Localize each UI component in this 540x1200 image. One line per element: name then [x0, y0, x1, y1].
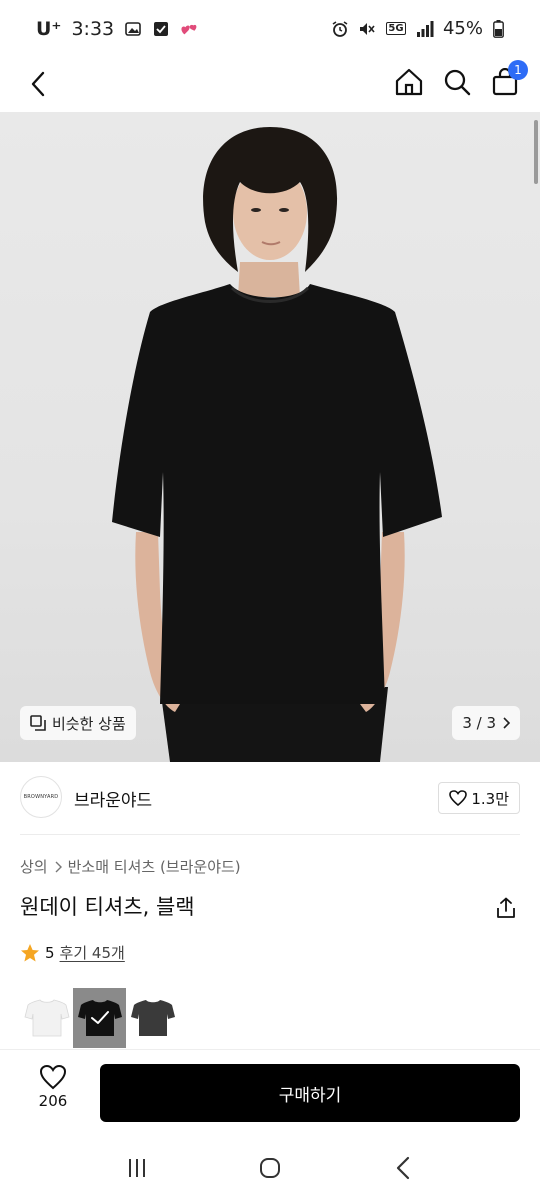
rating-score: 5 [45, 943, 55, 962]
battery-icon [492, 19, 504, 38]
rating-row: 5 후기 45개 [20, 942, 125, 963]
swatch-white[interactable] [20, 988, 73, 1048]
page-indicator-text: 3 / 3 [462, 714, 496, 732]
top-app-bar: 1 [0, 58, 540, 112]
search-icon [444, 69, 471, 96]
selected-check-icon [73, 988, 126, 1048]
cart-count-badge: 1 [508, 60, 528, 80]
wishlist-count: 206 [38, 1092, 68, 1110]
tshirt-charcoal-thumbnail [130, 1000, 175, 1036]
network-label: 5G [386, 22, 406, 35]
back-button[interactable] [22, 64, 54, 104]
similar-products-button[interactable]: 비슷한 상품 [20, 706, 136, 740]
cart-button[interactable]: 1 [488, 60, 528, 102]
recent-apps-icon [128, 1159, 145, 1177]
recent-apps-button[interactable] [117, 1148, 157, 1188]
brand-like-button[interactable]: 1.3만 [438, 782, 520, 814]
hearts-notification-icon [180, 20, 198, 38]
product-image[interactable]: 비슷한 상품 3 / 3 [0, 112, 540, 762]
breadcrumb-category[interactable]: 상의 [20, 856, 48, 877]
color-swatches [20, 988, 179, 1048]
product-title: 원데이 티셔츠, 블랙 [20, 895, 195, 919]
chevron-right-icon [503, 717, 510, 729]
swatch-black[interactable] [73, 988, 126, 1048]
check-notification-icon [152, 20, 170, 38]
purchase-bar: 206 구매하기 [0, 1050, 540, 1136]
back-nav-icon [397, 1156, 410, 1180]
wishlist-button[interactable]: 206 [26, 1064, 80, 1110]
gallery-notification-icon [124, 20, 142, 38]
divider [20, 834, 520, 835]
star-icon [21, 943, 39, 961]
chevron-right-icon [55, 861, 62, 872]
clock: 3:33 [71, 18, 115, 40]
share-icon [497, 897, 515, 918]
scroll-indicator [534, 120, 538, 184]
carrier-label: U⁺ [36, 18, 62, 40]
share-button[interactable] [492, 894, 520, 922]
breadcrumb: 상의 반소매 티셔츠 (브라운야드) [20, 856, 241, 877]
copy-icon [30, 715, 46, 731]
home-icon [395, 68, 423, 96]
network-5g-icon: 5G [385, 20, 407, 38]
brand-logo[interactable]: BROWNYARD [20, 776, 62, 818]
battery-percent: 45% [442, 18, 483, 39]
system-nav-bar [0, 1136, 540, 1200]
brand-logo-text: BROWNYARD [23, 794, 59, 800]
alarm-icon [331, 20, 349, 38]
review-count-link[interactable]: 후기 45개 [60, 942, 125, 963]
mute-icon [358, 20, 376, 38]
back-nav-button[interactable] [383, 1148, 423, 1188]
heart-outline-icon [39, 1064, 67, 1090]
heart-outline-icon [449, 790, 468, 806]
breadcrumb-subcategory[interactable]: 반소매 티셔츠 (브라운야드) [68, 856, 241, 877]
status-bar: U⁺ 3:33 5G 45% [0, 0, 540, 58]
home-button[interactable] [392, 62, 426, 102]
swatch-charcoal[interactable] [126, 988, 179, 1048]
buy-button[interactable]: 구매하기 [100, 1064, 520, 1122]
home-nav-button[interactable] [250, 1148, 290, 1188]
similar-products-label: 비슷한 상품 [52, 714, 126, 733]
search-button[interactable] [440, 62, 474, 102]
brand-like-count: 1.3만 [471, 789, 509, 808]
brand-row: BROWNYARD 브라운야드 1.3만 [20, 774, 520, 824]
image-page-indicator[interactable]: 3 / 3 [452, 706, 520, 740]
model-photo [112, 127, 442, 762]
chevron-left-icon [31, 71, 45, 97]
home-circle-icon [259, 1158, 280, 1178]
tshirt-white-thumbnail [24, 999, 69, 1037]
signal-icon [416, 20, 434, 38]
brand-name[interactable]: 브라운야드 [74, 786, 152, 811]
